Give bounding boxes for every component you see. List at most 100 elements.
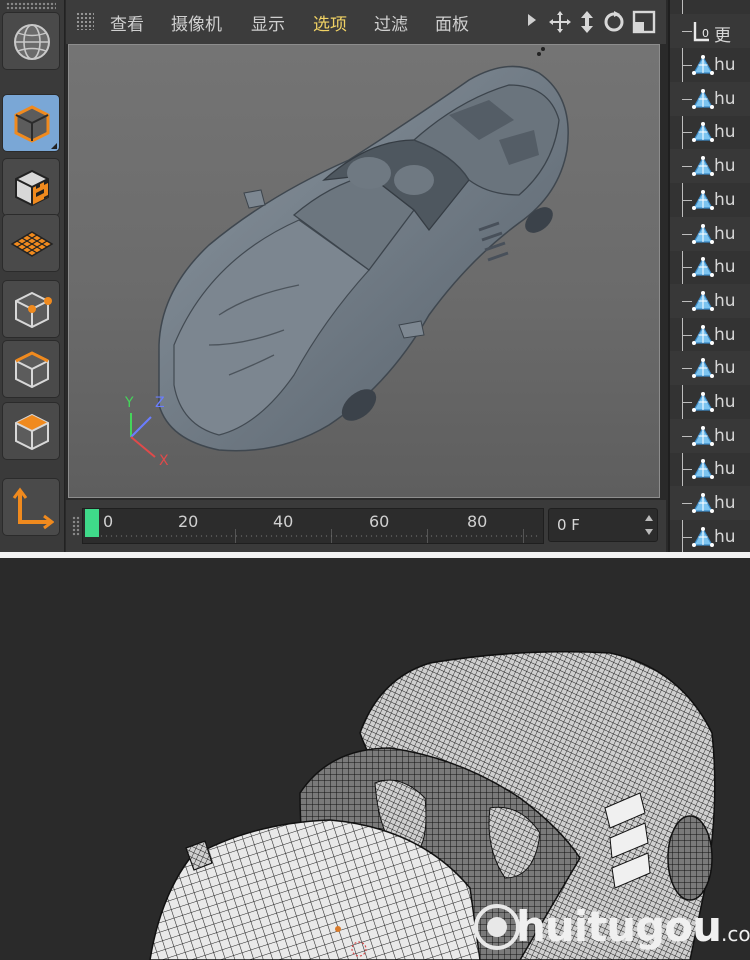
globe-tool-button[interactable]	[2, 12, 60, 70]
tool-palette	[0, 0, 65, 552]
object-row[interactable]: hu	[670, 183, 750, 217]
tree-branch	[682, 98, 692, 100]
car-wireframe-image	[149, 651, 716, 960]
rotate-view-icon[interactable]	[602, 10, 626, 34]
timeline-subticks	[99, 535, 539, 537]
menu-display[interactable]: 显示	[251, 10, 285, 35]
viewport-grip[interactable]	[76, 12, 94, 30]
maximize-view-icon[interactable]	[632, 10, 656, 34]
object-row[interactable]: hu	[670, 318, 750, 352]
point-mode-button[interactable]	[2, 280, 60, 338]
tree-branch	[682, 132, 692, 134]
polygon-object-icon	[692, 223, 714, 244]
tree-branch	[682, 435, 692, 437]
polygon-object-icon	[692, 257, 714, 278]
object-name: hu	[714, 156, 736, 177]
object-row[interactable]: hu	[670, 149, 750, 184]
object-name: hu	[714, 122, 736, 143]
edge-mode-button[interactable]	[2, 340, 60, 398]
polygon-object-icon	[692, 425, 714, 446]
axis-x-label: X	[159, 453, 169, 469]
move-view-icon[interactable]	[548, 10, 572, 34]
axis-y-label: Y	[125, 395, 134, 411]
current-frame-field[interactable]: 0 F	[548, 508, 658, 542]
tree-branch	[682, 334, 692, 336]
tree-branch	[682, 503, 692, 505]
workplane-button[interactable]	[2, 214, 60, 272]
object-row[interactable]: hu	[670, 216, 750, 251]
tree-branch	[682, 65, 692, 66]
object-name: hu	[714, 358, 736, 379]
polygon-object-icon	[692, 358, 714, 379]
palette-grip[interactable]	[6, 2, 56, 10]
tree-branch	[682, 199, 692, 201]
axis-mode-button[interactable]	[2, 478, 60, 536]
cube-model-icon	[14, 105, 50, 143]
timeline-grip[interactable]	[72, 516, 80, 536]
object-row[interactable]: hu	[670, 48, 750, 82]
texture-mode-button[interactable]	[2, 158, 60, 216]
polygon-mode-icon	[15, 413, 49, 451]
object-name: hu	[714, 189, 736, 210]
object-row[interactable]: hu	[670, 418, 750, 453]
model-mode-button[interactable]	[2, 94, 60, 152]
tree-branch	[682, 368, 692, 370]
object-name: hu	[714, 459, 736, 480]
object-name: hu	[714, 88, 736, 109]
watermark-name: huitugou	[516, 902, 722, 951]
tree-branch	[682, 166, 692, 168]
object-row[interactable]: hu	[670, 452, 750, 486]
polygon-object-icon	[692, 324, 714, 345]
current-frame-value: 0 F	[557, 516, 580, 534]
tree-branch	[682, 402, 692, 403]
timeline-tick-label: 40	[273, 512, 294, 531]
menu-camera[interactable]: 摄像机	[171, 10, 222, 35]
polygon-object-icon	[692, 122, 714, 143]
object-row[interactable]: hu	[670, 250, 750, 284]
object-name: hu	[714, 257, 736, 278]
timeline-tick-label: 20	[178, 512, 199, 531]
wireframe-render: huitugou.com	[0, 552, 750, 960]
edge-mode-icon	[15, 351, 49, 389]
menu-options[interactable]: 选项	[313, 10, 347, 35]
globe-icon	[14, 24, 50, 60]
tree-branch	[682, 536, 692, 538]
object-name: hu	[714, 55, 736, 75]
axis-icon	[12, 487, 54, 530]
polygon-mode-button[interactable]	[2, 402, 60, 460]
perspective-viewport[interactable]: Y Z X	[68, 44, 660, 498]
submenu-corner	[51, 143, 57, 149]
timeline-tick-label: 60	[369, 512, 390, 531]
polygon-object-icon	[692, 189, 714, 210]
polygon-object-icon	[692, 156, 714, 177]
tree-branch	[682, 300, 692, 302]
object-row[interactable]: hu	[670, 283, 750, 318]
frame-spinner-icon[interactable]	[645, 515, 653, 535]
object-name: hu	[714, 223, 736, 244]
polygon-object-icon	[692, 526, 714, 547]
object-row[interactable]: hu	[670, 520, 750, 552]
object-row-header[interactable]: 0更	[670, 14, 750, 48]
object-row[interactable]: hu	[670, 385, 750, 419]
menu-filter[interactable]: 过滤	[374, 10, 408, 35]
polygon-object-icon	[692, 55, 714, 75]
object-row[interactable]: hu	[670, 486, 750, 521]
cube-checker-icon	[15, 169, 49, 207]
object-manager: 0更huhuhuhuhuhuhuhuhuhuhuhuhuhuhuhu	[668, 0, 750, 552]
pan-view-icon[interactable]	[576, 10, 598, 34]
watermark-text: huitugou.com	[516, 902, 750, 951]
c4d-window: 查看 摄像机 显示 选项 过滤 面板 Y Z X 0 20 40 60 80 0…	[0, 0, 750, 552]
car-model-shaded[interactable]	[69, 45, 659, 497]
object-row[interactable]: hu	[670, 115, 750, 149]
polygon-object-icon	[692, 459, 714, 480]
current-frame-marker[interactable]	[85, 509, 99, 537]
texture-grid-icon	[10, 231, 54, 257]
object-row[interactable]: hu	[670, 81, 750, 116]
timeline-ruler[interactable]: 0 20 40 60 80	[82, 508, 544, 544]
menu-view[interactable]: 查看	[110, 10, 144, 35]
object-name: hu	[714, 392, 736, 412]
object-name: hu	[714, 425, 736, 446]
object-row[interactable]: hu	[670, 351, 750, 386]
play-icon[interactable]	[528, 14, 536, 26]
menu-panel[interactable]: 面板	[435, 10, 469, 35]
